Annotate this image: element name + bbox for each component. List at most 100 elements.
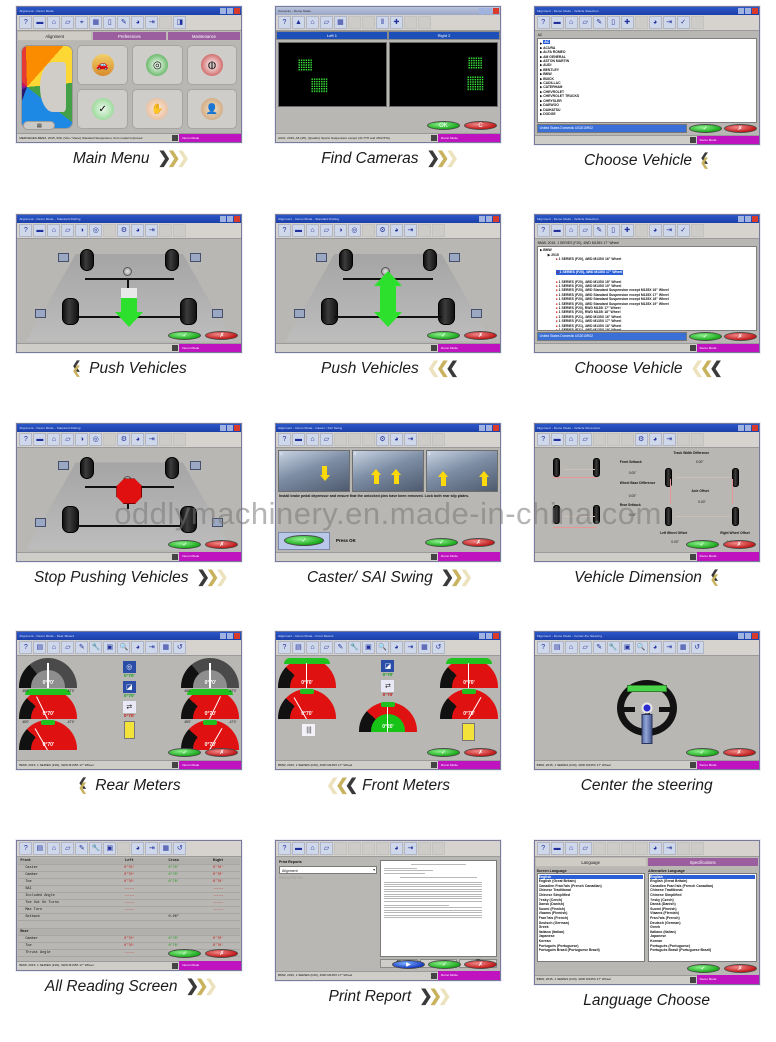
help-icon[interactable]: ?: [19, 224, 33, 238]
rainbow-alignment-button[interactable]: [21, 45, 74, 129]
tree-leaf[interactable]: ● 1 SERIES (F20), 4WD M135X 16" Wheel: [540, 257, 754, 261]
grid-icon[interactable]: ▦: [333, 16, 347, 29]
print-icon[interactable]: ▱: [61, 841, 75, 855]
cancel-button[interactable]: ✗: [463, 748, 497, 758]
cancel-button[interactable]: C: [463, 121, 497, 130]
adjust-icon[interactable]: ✎: [75, 641, 89, 655]
vehicle-icon[interactable]: ▬: [550, 224, 564, 238]
print-icon[interactable]: ▱: [319, 16, 333, 29]
wrench-icon[interactable]: 🔧: [606, 641, 620, 655]
print-icon[interactable]: ▱: [578, 432, 592, 446]
cancel-button[interactable]: ✗: [722, 539, 756, 549]
window-buttons[interactable]: [478, 216, 499, 223]
report-type-select[interactable]: Alignment: [278, 865, 378, 874]
tree-leaf[interactable]: ● 1 SERIES (F21), 4WD M135X 19" Wheel: [540, 328, 754, 330]
caster-icon[interactable]: ◎: [122, 661, 136, 674]
camera-icon[interactable]: ▲: [291, 16, 305, 29]
window-buttons[interactable]: [478, 8, 499, 14]
ok-button[interactable]: ✓: [424, 537, 458, 547]
caster-tool-icon-group[interactable]: ◎ 0°70': [122, 661, 136, 678]
vehicle-icon[interactable]: ▬: [33, 432, 47, 446]
check-icon[interactable]: ✓: [676, 224, 690, 238]
toolbar[interactable]: ? ▬ ⌂ ▱ ✎ ▯ ✚ · ◕ ⇥ ✓ ·: [534, 223, 759, 240]
report-preview[interactable]: [380, 859, 497, 957]
toolbar[interactable]: ? ▤ ⌂ ▱ ✎ 🔧 ▣ 🔍 ◕ ⇥ ▦ ↺: [534, 640, 759, 657]
clock-icon[interactable]: ◕: [389, 841, 403, 855]
cancel-button[interactable]: ✗: [463, 331, 497, 341]
tab-strip[interactable]: Alignment Preferences Maintenance: [17, 31, 242, 41]
print-icon[interactable]: ▱: [578, 841, 592, 855]
gauge-icon[interactable]: ◑: [333, 224, 347, 238]
print-icon[interactable]: ▱: [61, 641, 75, 655]
help-icon[interactable]: ?: [536, 641, 550, 655]
language-item[interactable]: Português Brasil (Portuguese Brazil): [650, 948, 755, 953]
target-icon[interactable]: ⦀: [375, 16, 389, 29]
toolbar[interactable]: ? ▬ ⌂ ▱ · · · · ◕ ⇥ · ·: [534, 840, 759, 857]
readings-icon[interactable]: ▤: [33, 841, 47, 855]
add-icon[interactable]: ✚: [620, 224, 634, 238]
adjust-icon[interactable]: ✎: [333, 641, 347, 655]
vehicle-icon[interactable]: ▬: [550, 841, 564, 855]
print-icon[interactable]: ▱: [578, 224, 592, 238]
wrench-icon[interactable]: 🔧: [89, 841, 103, 855]
note-icon[interactable]: ▣: [361, 641, 375, 655]
home-icon[interactable]: ⌂: [564, 16, 578, 29]
home-icon[interactable]: ⌂: [47, 432, 61, 446]
clock-icon[interactable]: ◕: [648, 432, 662, 446]
link-icon[interactable]: ⚙: [634, 432, 648, 446]
ok-button[interactable]: ✓: [685, 539, 719, 549]
target-icon[interactable]: ◎: [347, 224, 361, 238]
clock-icon[interactable]: ◕: [131, 432, 145, 446]
cancel-button[interactable]: ✗: [463, 959, 497, 969]
help-icon[interactable]: ?: [277, 641, 291, 655]
help-icon[interactable]: ?: [19, 16, 33, 29]
print-to-pdf-checkbox[interactable]: Print to PDF file: [279, 876, 377, 880]
wrench-icon[interactable]: 🔧: [347, 641, 361, 655]
cancel-button[interactable]: ✗: [205, 539, 239, 549]
print-icon[interactable]: ▱: [319, 841, 333, 855]
help-icon[interactable]: ?: [277, 432, 291, 446]
exit-icon[interactable]: ⇥: [662, 16, 676, 29]
print-icon[interactable]: ▱: [61, 224, 75, 238]
toolbar[interactable]: ? ▬ ⌂ ▱ · · · ⚙ ◕ ⇥ · ·: [275, 431, 500, 448]
press-ok-button[interactable]: ✓: [277, 531, 330, 550]
camber-icon[interactable]: ◪: [122, 681, 136, 694]
help-icon[interactable]: ?: [19, 841, 33, 855]
slip-plate-icon[interactable]: |||: [302, 724, 316, 737]
back-icon[interactable]: ↺: [690, 641, 704, 655]
readings-icon[interactable]: ▤: [550, 641, 564, 655]
camera-view-right[interactable]: [388, 42, 498, 107]
adjust-icon[interactable]: ✎: [75, 841, 89, 855]
help-icon[interactable]: ?: [536, 224, 550, 238]
edit-icon[interactable]: ✎: [592, 224, 606, 238]
menu-hand-adjust-button[interactable]: ✋: [131, 89, 183, 129]
vehicle-icon[interactable]: ▬: [291, 841, 305, 855]
help-icon[interactable]: ?: [19, 432, 33, 446]
note-icon[interactable]: ▣: [103, 841, 117, 855]
vehicle-icon[interactable]: ▬: [33, 224, 47, 238]
vehicle-icon[interactable]: ▬: [291, 432, 305, 446]
camber-tool-icon-group[interactable]: ◪ 0°70': [381, 660, 395, 677]
back-icon[interactable]: ↺: [431, 641, 445, 655]
ok-button[interactable]: ✓: [168, 948, 202, 958]
check-icon[interactable]: ✓: [676, 16, 690, 29]
window-buttons[interactable]: [737, 424, 758, 431]
help-icon[interactable]: ?: [277, 224, 291, 238]
home-icon[interactable]: ⌂: [305, 16, 319, 29]
clock-icon[interactable]: ◕: [389, 432, 403, 446]
report-icon[interactable]: ▦: [676, 641, 690, 655]
toolbar[interactable]: ? ▬ ⌂ ▱ ⌖ ▦ ▯ ✎ ◕ ⇥ · ◨: [17, 15, 242, 31]
clock-icon[interactable]: ◕: [131, 841, 145, 855]
home-icon[interactable]: ⌂: [305, 432, 319, 446]
zoom-icon[interactable]: 🔍: [117, 641, 131, 655]
toolbar[interactable]: ? ▬ ⌂ ▱ · · · · ◕ ⇥ · ·: [275, 840, 500, 857]
camber-tool-icon-group[interactable]: ◪ 0°70': [122, 681, 136, 698]
exit-icon[interactable]: ⇥: [662, 224, 676, 238]
clock-icon[interactable]: ◕: [389, 224, 403, 238]
window-buttons[interactable]: [737, 216, 758, 223]
menu-quick-check-button[interactable]: ✓: [77, 89, 128, 129]
vehicle-icon[interactable]: ▬: [550, 16, 564, 29]
window-buttons[interactable]: [220, 8, 241, 14]
help-icon[interactable]: ?: [19, 641, 33, 655]
vehicle-icon[interactable]: ▬: [550, 432, 564, 446]
